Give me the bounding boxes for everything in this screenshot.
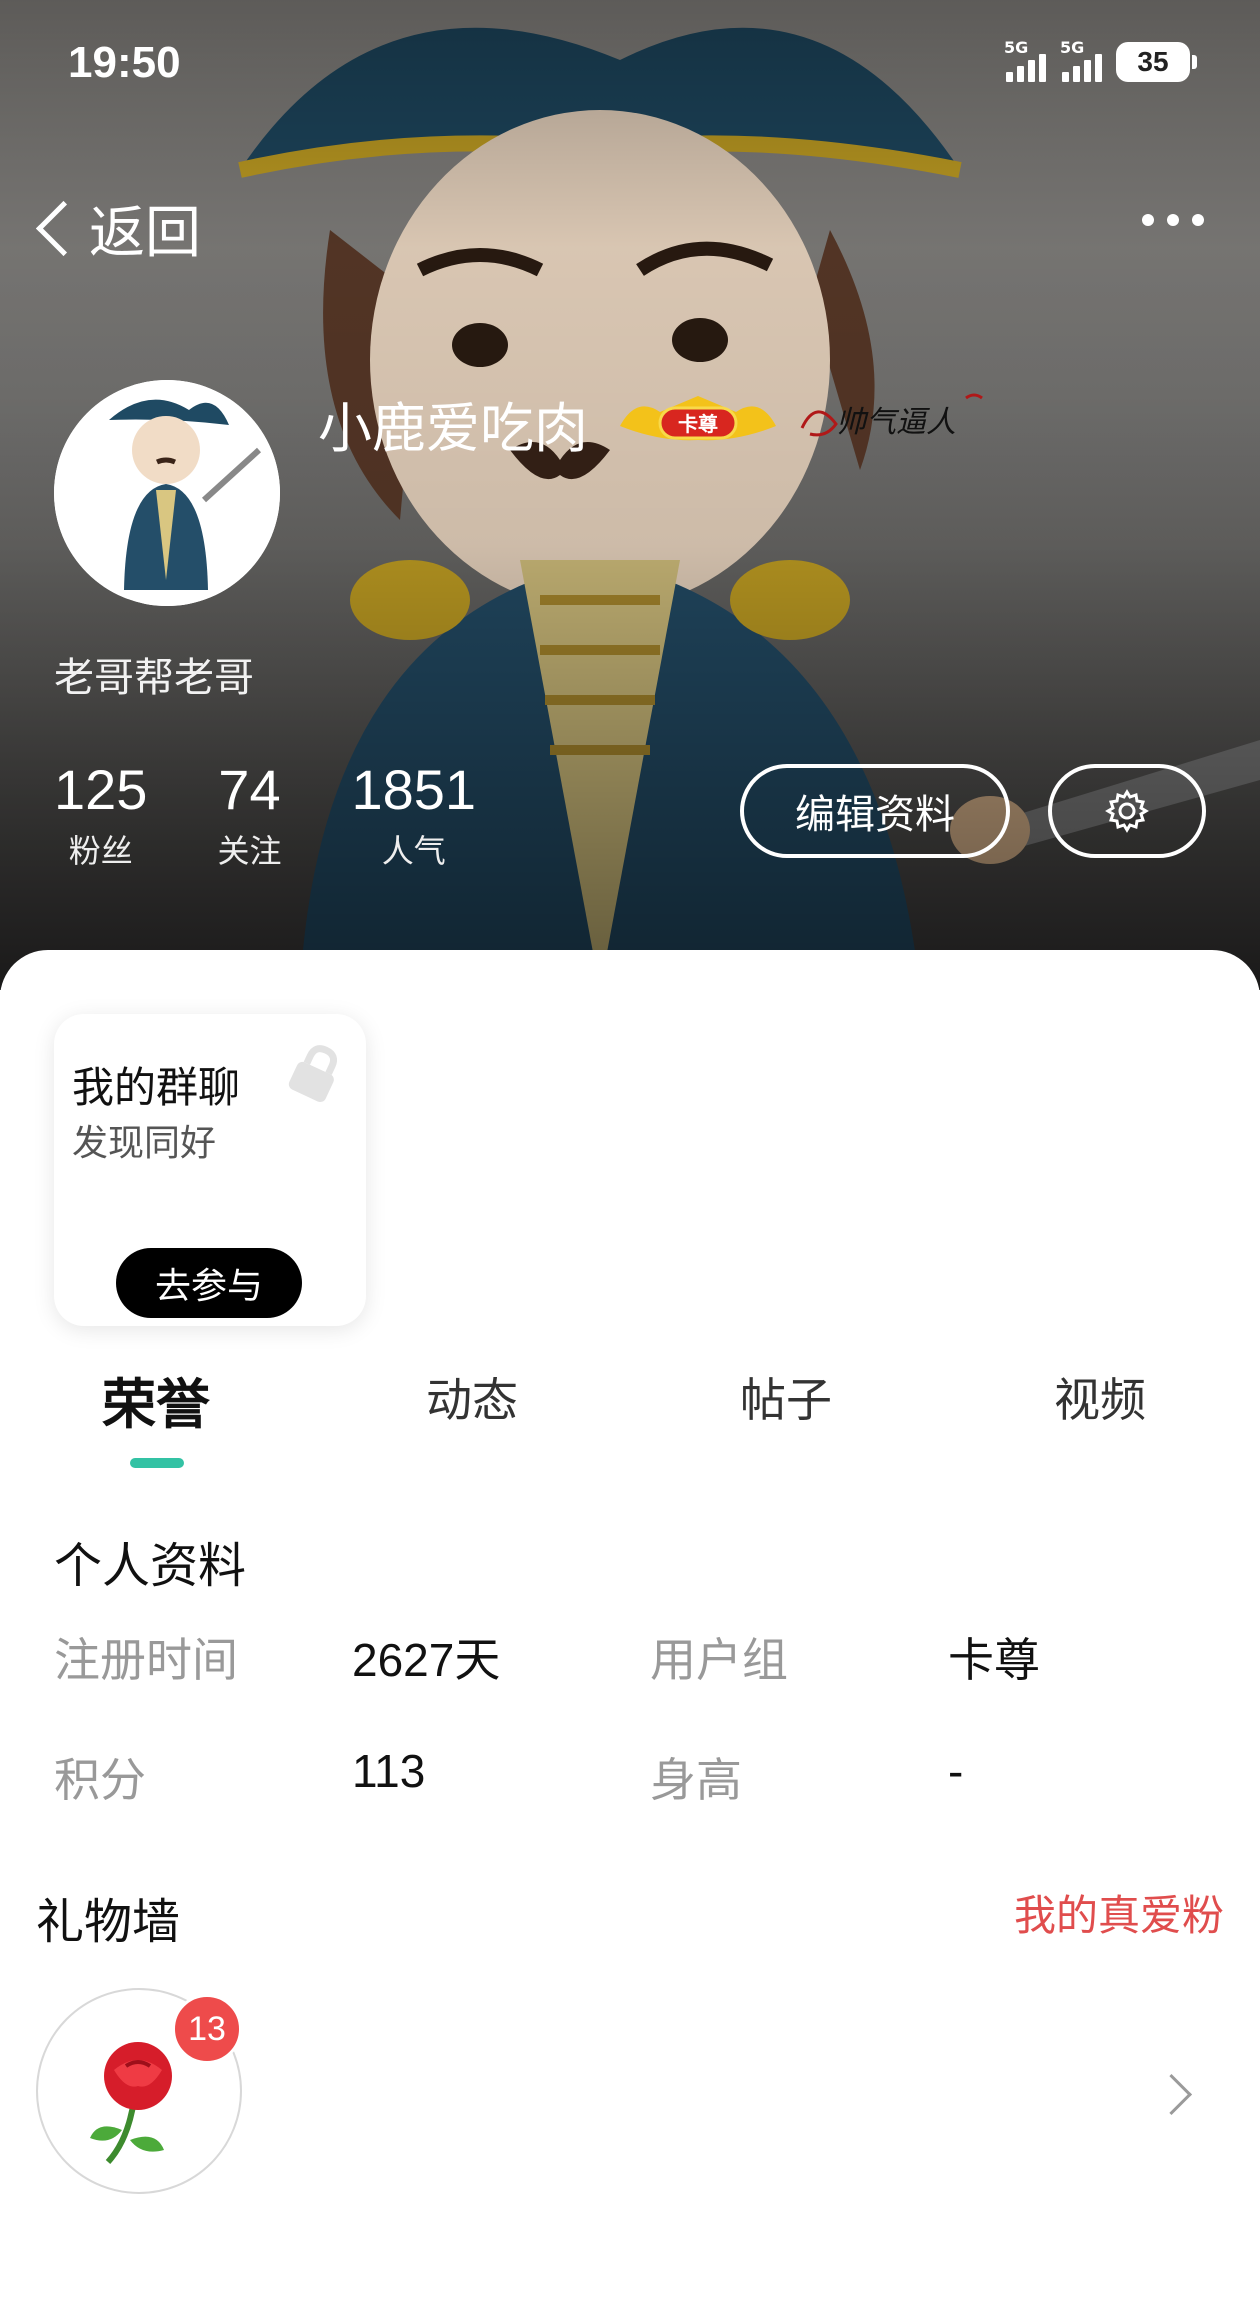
personal-info-title: 个人资料 (54, 1538, 247, 1594)
back-button[interactable]: 返回 (34, 188, 201, 269)
profile-tabs: 荣誉 动态 帖子 视频 (0, 1360, 1260, 1460)
info-value-register-time: 2627天 (352, 1634, 501, 1686)
network-type-label: 5G (1004, 38, 1029, 57)
stat-label: 人气 (381, 832, 446, 870)
info-label-height: 身高 (650, 1753, 742, 1807)
status-time: 19:50 (68, 38, 181, 87)
status-icons: 5G 5G 35 (1004, 38, 1197, 82)
stat-fans[interactable]: 125 粉丝 (54, 758, 147, 872)
chevron-right-icon[interactable] (1150, 2073, 1193, 2116)
signal-icon: 5G (1004, 38, 1046, 82)
join-button[interactable]: 去参与 (116, 1248, 302, 1318)
back-label: 返回 (89, 201, 201, 266)
stat-value: 74 (218, 758, 281, 821)
more-dots-icon[interactable] (1142, 214, 1204, 226)
stat-label: 粉丝 (68, 832, 133, 870)
tab-posts[interactable]: 帖子 (686, 1364, 886, 1430)
avatar-image (54, 380, 280, 606)
stat-popularity[interactable]: 1851 人气 (351, 758, 476, 872)
network-type-label: 5G (1060, 38, 1085, 57)
info-value-height: - (948, 1745, 964, 1797)
group-chat-title: 我的群聊 (72, 1063, 241, 1112)
tab-honor[interactable]: 荣誉 (56, 1360, 256, 1439)
edit-profile-button[interactable]: 编辑资料 (740, 764, 1010, 858)
battery-icon: 35 (1116, 42, 1197, 82)
tab-videos[interactable]: 视频 (1000, 1364, 1200, 1430)
group-chat-subtitle: 发现同好 (72, 1123, 217, 1164)
signature-art-text: 帅气逼人 (836, 405, 956, 440)
vip-crown-badge: 卡尊 (616, 390, 780, 448)
vip-badge-text: 卡尊 (678, 412, 718, 436)
stat-following[interactable]: 74 关注 (217, 758, 281, 872)
username: 小鹿爱吃肉 (318, 397, 588, 460)
profile-signature: 老哥帮老哥 (54, 655, 254, 701)
true-love-fans-link[interactable]: 我的真爱粉 (1014, 1882, 1224, 1943)
stat-value: 125 (54, 758, 148, 821)
profile-content-card: 我的群聊 发现同好 去参与 荣誉 动态 帖子 视频 个人资料 注册时间 2627… (0, 950, 1260, 2318)
stat-value: 1851 (351, 758, 477, 821)
gear-icon (1105, 789, 1149, 833)
tab-activity[interactable]: 动态 (372, 1364, 572, 1430)
gift-count-badge: 13 (172, 1994, 242, 2064)
avatar[interactable] (54, 380, 280, 606)
info-label-user-group: 用户组 (650, 1633, 788, 1687)
gift-wall-title: 礼物墙 (36, 1894, 181, 1950)
lock-icon (288, 1045, 338, 1103)
active-tab-indicator (130, 1458, 184, 1468)
profile-stats: 125 粉丝 74 关注 1851 人气 (54, 758, 546, 872)
info-value-points: 113 (352, 1745, 426, 1797)
info-value-user-group: 卡尊 (948, 1634, 1040, 1686)
stat-label: 关注 (217, 832, 282, 870)
settings-button[interactable] (1048, 764, 1206, 858)
info-label-points: 积分 (54, 1753, 146, 1807)
signal-icon: 5G (1060, 38, 1102, 82)
info-label-register-time: 注册时间 (54, 1633, 238, 1687)
calligraphy-signature-image: 帅气逼人 (796, 388, 996, 448)
group-chat-card[interactable]: 我的群聊 发现同好 去参与 (54, 1014, 366, 1326)
chevron-left-icon (35, 200, 92, 257)
